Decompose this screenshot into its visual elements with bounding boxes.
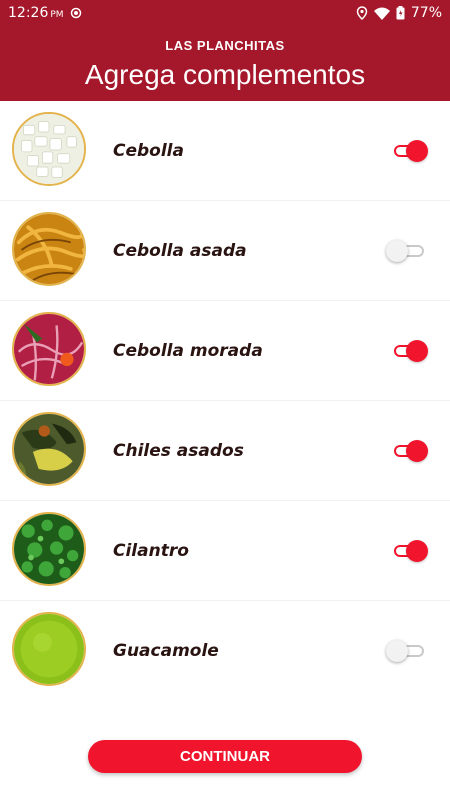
item-name: Guacamole [113, 641, 219, 661]
battery-icon [396, 6, 405, 20]
page-title: Agrega complementos [84, 59, 366, 90]
roasted-chiles-image [12, 412, 86, 486]
toggle-switch[interactable] [386, 639, 428, 663]
list-item[interactable]: Cilantro [0, 501, 450, 601]
red-onion-image [12, 312, 86, 386]
brand-logo: LAS PLANCHITAS [165, 38, 285, 53]
status-time: 12:26 PM [8, 5, 64, 21]
toggle-switch[interactable] [392, 139, 428, 163]
item-name: Cilantro [113, 541, 189, 561]
list-item[interactable]: Chiles asados [0, 401, 450, 501]
list-item[interactable]: Cebolla asada [0, 201, 450, 301]
toggle-switch[interactable] [386, 239, 428, 263]
item-name: Cebolla asada [113, 241, 247, 261]
guacamole-image [12, 612, 86, 686]
continue-button[interactable]: CONTINUAR [88, 740, 362, 773]
wifi-icon [373, 7, 390, 20]
item-name: Chiles asados [113, 441, 244, 461]
battery-percent: 77% [410, 5, 442, 21]
record-icon [70, 7, 82, 19]
status-bar: 12:26 PM 77% [0, 0, 450, 26]
location-icon [356, 6, 368, 20]
toggle-switch[interactable] [392, 339, 428, 363]
header: LAS PLANCHITAS Agrega complementos [0, 26, 450, 101]
white-onion-image [12, 112, 86, 186]
list-item[interactable]: Cebolla [0, 101, 450, 201]
item-name: Cebolla morada [113, 341, 263, 361]
cilantro-image [12, 512, 86, 586]
complements-list: Cebolla Cebolla asada Cebolla morada Chi… [0, 101, 450, 701]
item-name: Cebolla [113, 141, 184, 161]
toggle-switch[interactable] [392, 439, 428, 463]
list-item[interactable]: Cebolla morada [0, 301, 450, 401]
grilled-onion-image [12, 212, 86, 286]
toggle-switch[interactable] [392, 539, 428, 563]
list-item[interactable]: Guacamole [0, 601, 450, 701]
